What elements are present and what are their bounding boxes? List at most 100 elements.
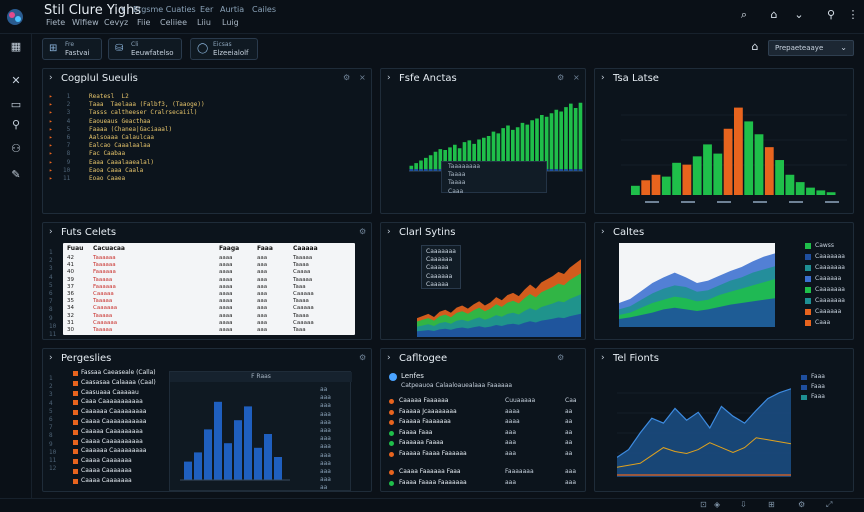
table-header-cell[interactable]: Fuau [67,245,83,252]
chevron-right-icon[interactable]: › [49,227,53,237]
sync-icon[interactable]: ⊡ [700,500,707,509]
toolbar-button-2[interactable]: ⛁ Cli Eeuwfatelso [108,38,182,60]
settings-icon[interactable]: ⚙ [557,353,564,362]
change-item-label[interactable]: Faaaaaa Faaaa [399,439,443,446]
histogram-bar [734,107,743,195]
menu-item-2[interactable]: Wlfiew [72,18,99,27]
change-item-label[interactable]: Faaaaa Faaaa Faaaaaa [399,450,467,457]
chevron-down-icon[interactable]: ⌄ [790,6,808,24]
folder-icon[interactable]: ▭ [7,96,25,114]
list-item[interactable]: Fassaa Caeaseale (Calla) [81,369,156,376]
bar-base [433,169,438,171]
chevron-right-icon[interactable]: › [387,353,391,363]
data-table[interactable]: Fuau Cacuacaa Faaga Faaa Caaaaa 42 Taaaaaa aaaa… [63,243,355,335]
notification-icon[interactable]: ⚲ [822,6,840,24]
chevron-right-icon[interactable]: › [601,227,605,237]
list-item[interactable]: Caaaaaa Caaaaaaaaa [81,447,146,454]
settings-icon[interactable]: ⚙ [557,73,564,82]
list-item-marker [73,478,78,484]
list-item[interactable]: Caaaa Caaaaaaa [81,457,132,464]
change-item-label[interactable]: Faaaa Faaa [399,429,432,436]
table-cell: Taaaa [293,312,309,319]
menu-item-1[interactable]: Fiete [46,18,65,27]
menu-item-4[interactable]: Fiie [137,18,150,27]
chevron-right-icon[interactable]: › [49,73,53,83]
change-item-count: aaa [565,468,577,475]
grid-icon[interactable]: ⊞ [768,500,775,509]
bar [433,151,438,171]
bar-base [428,169,433,171]
histogram-bar [641,180,651,195]
close-icon[interactable]: × [359,73,366,82]
table-cell: 30 [67,327,74,333]
header-tab-4[interactable]: Cailes [252,5,276,14]
table-header-cell[interactable]: Faaa [257,245,273,252]
list-item[interactable]: Caaaa Caaaaaaa [81,467,132,474]
header-tab-1[interactable]: Ergsme Cuaties [133,5,196,14]
edit-icon[interactable]: ✎ [7,166,25,184]
info-icon[interactable]: ◈ [714,500,720,509]
more-icon[interactable]: ⋮ [844,6,862,24]
list-item[interactable]: Caaa Caaaaaaaaaaa [81,398,143,405]
change-item-label[interactable]: Faaaaa Faaaaaaa [399,418,451,425]
settings-icon[interactable]: ⚙ [343,73,350,82]
list-item[interactable]: Caaaaa Caaaaaaaaa [81,428,143,435]
histogram-bar [713,153,723,195]
list-item[interactable]: Caaaaaa Caaaaaaaaa [81,408,146,415]
tools-icon[interactable]: ✕ [7,72,25,90]
change-item-label[interactable]: Faaaaa Jcaaaaaaaa [399,408,457,415]
users-icon[interactable]: ⚇ [7,140,25,158]
table-header-cell[interactable]: Cacuacaa [93,245,125,252]
menu-item-7[interactable]: Luig [222,18,239,27]
settings-icon[interactable]: ⚙ [359,353,366,362]
chevron-down-icon[interactable]: ▾ [121,5,125,14]
properties-list[interactable]: Fassaa Caeaseale (Calla) Caasasaa Calaaaa… [73,369,165,491]
histogram-bar [764,147,774,195]
list-item[interactable]: Caaaa Caaaaaaa [81,477,132,484]
header-tab-3[interactable]: Aurtia [220,5,244,14]
change-item-label[interactable]: Caaaa Faaaaaa Faaa [399,468,461,475]
change-item-label[interactable]: Faaaa Faaaa Faaaaaaa [399,479,467,486]
download-icon[interactable]: ⇩ [740,500,747,509]
chevron-right-icon[interactable]: › [601,73,605,83]
table-cell: Caaaaa [293,291,314,297]
toolbar-button-1[interactable]: ⊞ Fre Fastvai [42,38,102,60]
home-icon[interactable]: ⌂ [765,6,783,24]
chevron-right-icon[interactable]: › [601,353,605,363]
dashboard-icon[interactable]: ▦ [7,38,25,56]
pin-icon[interactable]: ⚲ [7,116,25,134]
chevron-right-icon[interactable]: › [49,353,53,363]
table-cell: 37 [67,283,74,290]
left-sidebar: ▦ ✕ ▭ ⚲ ⚇ ✎ [0,34,32,512]
list-item[interactable]: Caaaa Caaaaaaaaaaa [81,418,146,425]
expand-icon[interactable]: ⤢ [826,500,832,510]
table-header-cell[interactable]: Faaga [219,245,239,252]
stream-chart-panel: › Clarl Sytins Caaaaaaa Caaaaaa Caaaaa C… [380,222,586,340]
search-icon[interactable]: ⌕ [735,6,753,24]
list-item[interactable]: Caaaa Caaaaaaaaaa [81,438,143,445]
change-item-label[interactable]: Caaaaa Faaaaaa [399,397,448,404]
menu-item-6[interactable]: Liiu [197,18,211,27]
chevron-right-icon[interactable]: › [387,73,391,83]
list-item[interactable]: Caasasaa Calaaaa (Caal) [81,379,156,386]
toolbar-button-3[interactable]: ◯ Eicsas Elzeeialolf [190,38,258,60]
histogram-title: Tsa Latse [613,73,659,84]
table-cell: aaa [257,269,268,276]
list-item-marker [73,390,78,396]
lock-icon[interactable]: ⌂ [746,38,764,56]
code-editor[interactable]: Reatesl L2 Taaa Taelaaa (Falbf3, (Taaoge… [89,93,205,183]
settings-icon[interactable]: ⚙ [798,500,805,509]
settings-icon[interactable]: ⚙ [359,227,366,236]
change-item-count: aa [565,428,573,436]
header-tab-2[interactable]: Eer [200,5,213,14]
close-icon[interactable]: × [573,73,580,82]
menu-item-3[interactable]: Cevyz [104,18,128,27]
app-title: Stil Clure Yighs [44,3,142,18]
list-item[interactable]: Caasuaaa Caaaaau [81,389,139,396]
chevron-right-icon[interactable]: › [387,227,391,237]
view-select[interactable]: Prepaeteaaye ⌄ [768,40,854,56]
changes-list[interactable]: Caaaaa Faaaaaa Cuuaaaaa Caa Faaaaa Jcaaaaaa… [387,397,583,487]
menu-item-5[interactable]: Celiiee [160,18,187,27]
tick-mark [645,201,659,203]
table-header-cell[interactable]: Caaaaa [293,245,318,252]
